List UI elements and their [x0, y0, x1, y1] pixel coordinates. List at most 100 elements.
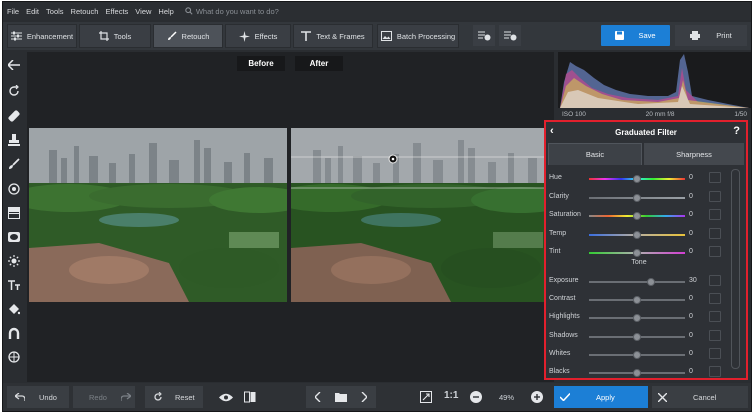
slider-track[interactable]: [589, 230, 685, 239]
slider-saturation: Saturation 0: [549, 209, 734, 222]
menu-tools[interactable]: Tools: [46, 7, 64, 16]
slider-shadows: Shadows 0: [549, 329, 734, 343]
slider-handle[interactable]: [633, 314, 641, 323]
slider-track[interactable]: [589, 193, 685, 202]
panel-scrollbar[interactable]: [731, 169, 740, 369]
tab-basic[interactable]: Basic: [548, 143, 642, 165]
back-arrow-icon[interactable]: [7, 58, 21, 72]
before-photo: [29, 128, 287, 302]
sun-icon[interactable]: [7, 254, 21, 268]
slider-value-box[interactable]: [709, 311, 721, 323]
redo-icon: [120, 393, 131, 401]
tab-retouch[interactable]: Retouch: [153, 24, 223, 48]
reset-button[interactable]: Reset: [145, 386, 203, 408]
slider-track[interactable]: [589, 314, 685, 323]
menu-edit[interactable]: Edit: [26, 7, 39, 16]
slider-value-box[interactable]: [709, 293, 721, 305]
compare-icon[interactable]: [241, 388, 259, 406]
tone-section-label: Tone: [631, 259, 647, 266]
slider-track[interactable]: [589, 278, 685, 286]
eye-icon[interactable]: [217, 388, 235, 406]
tab-enhancement[interactable]: Enhancement: [7, 24, 77, 48]
slider-handle[interactable]: [633, 369, 641, 377]
slider-value-box[interactable]: [709, 347, 721, 359]
slider-track[interactable]: [589, 249, 685, 257]
menu-retouch[interactable]: Retouch: [71, 7, 99, 16]
slider-track[interactable]: [589, 175, 685, 183]
prev-icon[interactable]: [309, 388, 327, 406]
slider-track[interactable]: [589, 369, 685, 377]
slider-handle[interactable]: [633, 332, 641, 341]
slider-value-box[interactable]: [709, 172, 721, 183]
slider-handle[interactable]: [647, 278, 656, 286]
slider-handle[interactable]: [633, 350, 641, 359]
slider-value-box[interactable]: [709, 275, 721, 286]
brush-tool-icon[interactable]: [7, 157, 21, 171]
slider-label: Whites: [549, 349, 571, 357]
folder-icon[interactable]: [332, 388, 350, 406]
next-icon[interactable]: [355, 388, 373, 406]
magnet-icon[interactable]: [7, 326, 21, 340]
slider-value: 0: [689, 368, 693, 375]
save-button[interactable]: Save: [601, 25, 670, 46]
slider-value: 0: [689, 192, 693, 200]
search-box[interactable]: What do you want to do?: [185, 7, 279, 16]
slider-value-box[interactable]: [709, 329, 721, 341]
slider-handle[interactable]: [633, 212, 641, 220]
list-clock-icon: [503, 31, 516, 41]
radial-filter-icon[interactable]: [7, 182, 21, 196]
tab-batch-processing[interactable]: Batch Processing: [377, 24, 459, 48]
slider-handle[interactable]: [633, 175, 641, 183]
menu-file[interactable]: File: [7, 7, 19, 16]
slider-value-box[interactable]: [709, 227, 721, 239]
history-button[interactable]: [499, 25, 521, 46]
slider-value-box[interactable]: [709, 366, 721, 377]
text-tool-icon[interactable]: [7, 278, 21, 292]
undo-button[interactable]: Undo: [7, 386, 69, 408]
zoom-in-icon[interactable]: [528, 388, 546, 406]
apply-button[interactable]: Apply: [554, 386, 648, 408]
vignette-icon[interactable]: [7, 230, 21, 244]
tab-tools[interactable]: Tools: [79, 24, 151, 48]
panel-header: ‹ Graduated Filter ?: [546, 122, 746, 142]
slider-handle[interactable]: [633, 193, 641, 202]
graduated-filter-icon[interactable]: [7, 206, 21, 220]
help-icon[interactable]: ?: [733, 125, 740, 137]
slider-value-box[interactable]: [709, 190, 721, 202]
slider-value-box[interactable]: [709, 246, 721, 257]
menu-help[interactable]: Help: [158, 7, 173, 16]
tab-text-frames[interactable]: Text & Frames: [293, 24, 373, 48]
image-canvas[interactable]: Before After: [27, 52, 554, 382]
rotate-icon[interactable]: [7, 84, 21, 98]
cancel-button[interactable]: Cancel: [652, 386, 748, 408]
menu-effects[interactable]: Effects: [105, 7, 128, 16]
slider-exposure: Exposure 30: [549, 275, 734, 288]
slider-handle[interactable]: [633, 296, 641, 305]
slider-track[interactable]: [589, 350, 685, 359]
add-layer-button[interactable]: [473, 25, 495, 46]
graduated-filter-panel: ‹ Graduated Filter ? Basic Sharpness Hue…: [544, 120, 748, 380]
healing-icon[interactable]: [7, 109, 21, 123]
zoom-ratio-button[interactable]: 1:1: [444, 390, 458, 401]
zoom-out-icon[interactable]: [467, 388, 485, 406]
save-label: Save: [638, 31, 656, 40]
clone-stamp-icon[interactable]: [7, 133, 21, 147]
slider-value-box[interactable]: [709, 209, 721, 220]
slider-track[interactable]: [589, 296, 685, 305]
slider-track[interactable]: [589, 332, 685, 341]
back-chevron-icon[interactable]: ‹: [550, 125, 554, 137]
fit-screen-icon[interactable]: [417, 388, 435, 406]
sparkle-icon: [238, 30, 250, 42]
mask-icon[interactable]: [7, 350, 21, 364]
paint-bucket-icon[interactable]: [7, 302, 21, 316]
tab-effects[interactable]: Effects: [225, 24, 291, 48]
slider-handle[interactable]: [633, 249, 641, 257]
menu-view[interactable]: View: [135, 7, 151, 16]
tab-sharpness[interactable]: Sharpness: [644, 143, 744, 165]
print-button[interactable]: Print: [675, 25, 747, 46]
slider-clarity: Clarity 0: [549, 190, 734, 204]
zoom-percent[interactable]: 49%: [499, 393, 514, 402]
redo-button[interactable]: Redo: [73, 386, 135, 408]
slider-handle[interactable]: [633, 230, 641, 239]
slider-track[interactable]: [589, 212, 685, 220]
